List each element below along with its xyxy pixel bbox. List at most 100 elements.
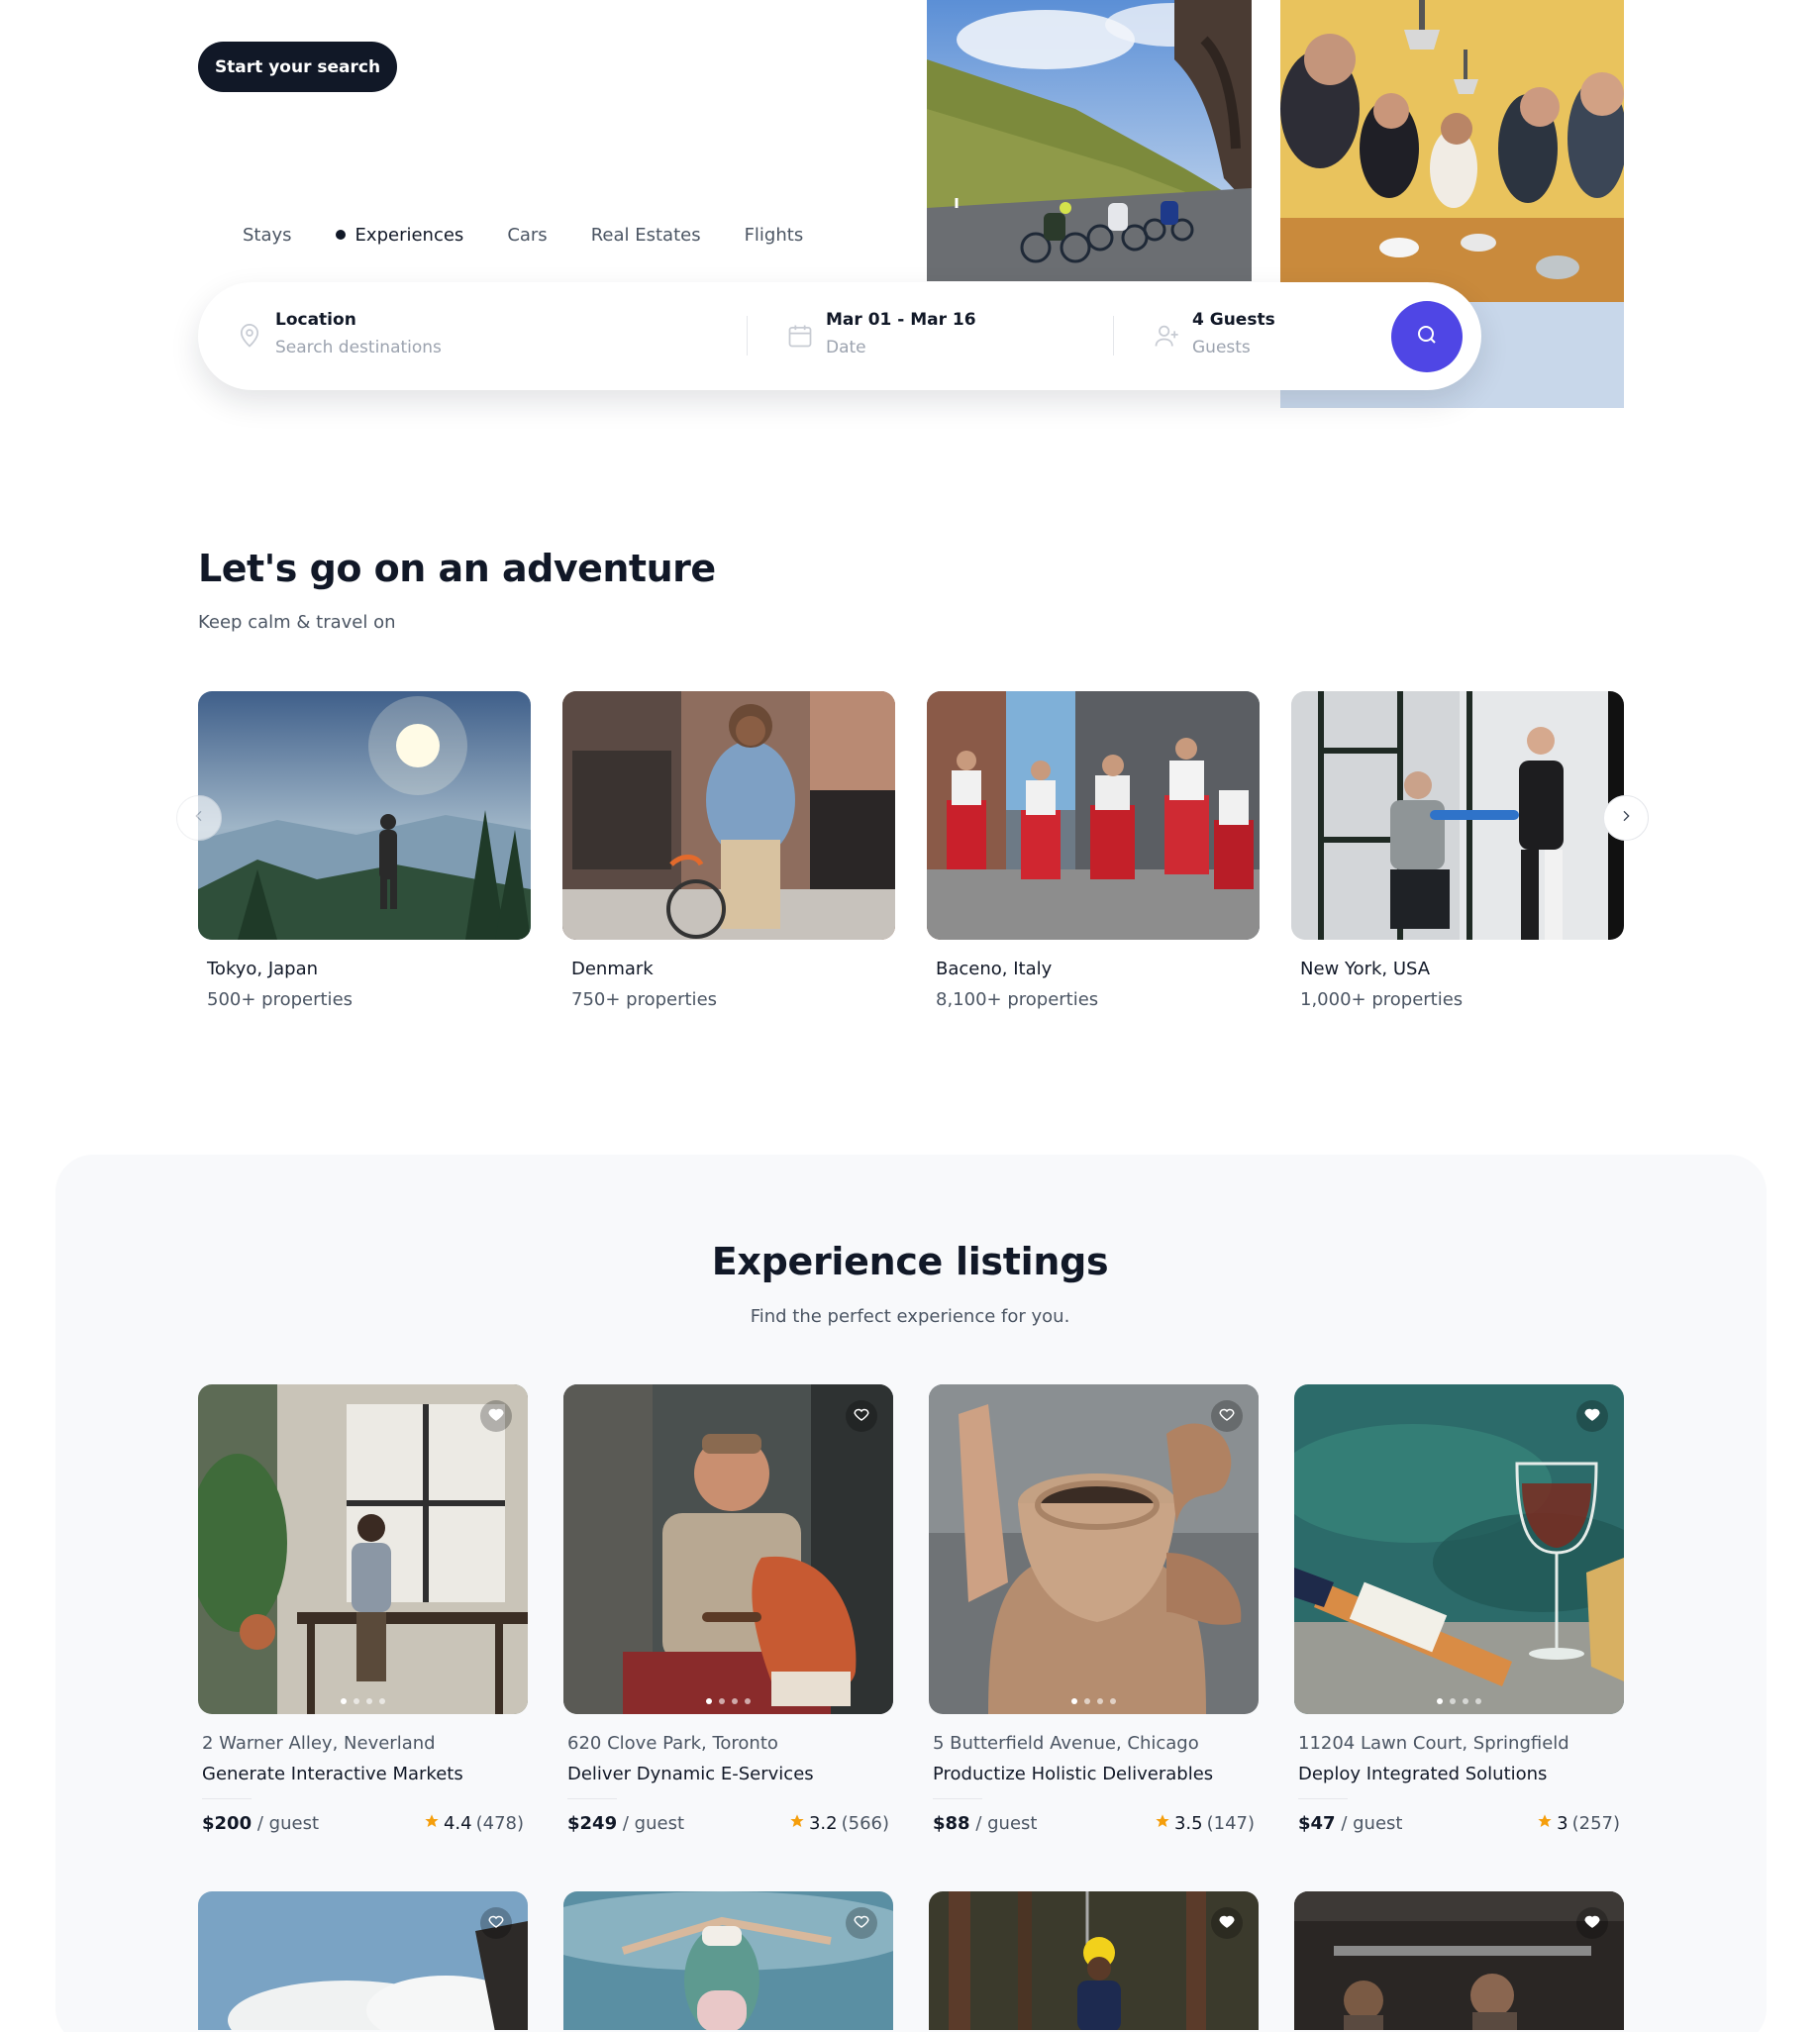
listing-card[interactable] bbox=[929, 1891, 1259, 2030]
pagination-dot[interactable] bbox=[354, 1698, 359, 1704]
pagination-dot[interactable] bbox=[745, 1698, 751, 1704]
destination-card[interactable]: Baceno, Italy 8,100+ properties bbox=[927, 691, 1260, 1010]
price-unit: guest bbox=[1353, 1813, 1403, 1834]
listing-title[interactable]: Productize Holistic Deliverables bbox=[933, 1764, 1213, 1784]
destination-card[interactable]: New York, USA 1,000+ properties bbox=[1291, 691, 1624, 1010]
listing-card[interactable]: 620 Clove Park, Toronto Deliver Dynamic … bbox=[563, 1384, 893, 1834]
listing-card[interactable] bbox=[563, 1891, 893, 2030]
calendar-icon bbox=[786, 322, 814, 350]
tab-real-estates[interactable]: Real Estates bbox=[591, 220, 701, 250]
location-input[interactable]: Search destinations bbox=[275, 338, 442, 357]
listing-card[interactable]: 5 Butterfield Avenue, Chicago Productize… bbox=[929, 1384, 1259, 1834]
pagination-dot[interactable] bbox=[1475, 1698, 1481, 1704]
favorite-button[interactable] bbox=[846, 1907, 877, 1939]
chevron-right-icon bbox=[1618, 808, 1634, 828]
listing-card[interactable] bbox=[1294, 1891, 1624, 2030]
destination-card[interactable]: Denmark 750+ properties bbox=[562, 691, 895, 1010]
pagination-dot[interactable] bbox=[1450, 1698, 1456, 1704]
tab-label: Cars bbox=[507, 224, 548, 246]
listing-image bbox=[198, 1891, 528, 2030]
favorite-button[interactable] bbox=[846, 1400, 877, 1432]
destination-name: Baceno, Italy bbox=[936, 959, 1053, 979]
tab-label: Real Estates bbox=[590, 224, 701, 246]
listing-address: 11204 Lawn Court, Springfield bbox=[1298, 1733, 1569, 1754]
pagination-dot[interactable] bbox=[706, 1698, 712, 1704]
listing-image bbox=[563, 1891, 893, 2030]
listing-rating: 4.4 (478) bbox=[424, 1813, 524, 1834]
date-field[interactable]: Mar 01 - Mar 16 Date bbox=[786, 306, 1083, 365]
favorite-button[interactable] bbox=[480, 1400, 512, 1432]
carousel-next-button[interactable] bbox=[1603, 795, 1649, 841]
review-count: (566) bbox=[841, 1813, 889, 1834]
review-count: (478) bbox=[475, 1813, 524, 1834]
listing-image bbox=[563, 1384, 893, 1714]
listing-card[interactable]: 2 Warner Alley, Neverland Generate Inter… bbox=[198, 1384, 528, 1834]
pagination-dot[interactable] bbox=[732, 1698, 738, 1704]
pagination-dot[interactable] bbox=[1437, 1698, 1443, 1704]
listing-card[interactable]: 11204 Lawn Court, Springfield Deploy Int… bbox=[1294, 1384, 1624, 1834]
destination-image bbox=[927, 691, 1260, 940]
pagination-dot[interactable] bbox=[366, 1698, 372, 1704]
pagination-dot[interactable] bbox=[1084, 1698, 1090, 1704]
price-value: $200 bbox=[202, 1813, 253, 1834]
pagination-dot[interactable] bbox=[1071, 1698, 1077, 1704]
destination-image bbox=[198, 691, 531, 940]
search-submit-button[interactable] bbox=[1391, 301, 1463, 372]
destination-card[interactable]: Tokyo, Japan 500+ properties bbox=[198, 691, 531, 1010]
search-bar: Location Search destinations Mar 01 - Ma… bbox=[198, 282, 1481, 390]
section-title: Experience listings bbox=[711, 1240, 1109, 1283]
active-dot-icon bbox=[335, 230, 346, 240]
listing-title[interactable]: Deploy Integrated Solutions bbox=[1298, 1764, 1547, 1784]
tab-stays[interactable]: Stays bbox=[243, 220, 292, 250]
destination-count: 1,000+ properties bbox=[1300, 989, 1464, 1010]
tab-experiences[interactable]: Experiences bbox=[335, 220, 464, 250]
destination-image bbox=[562, 691, 895, 940]
pagination-dot[interactable] bbox=[379, 1698, 385, 1704]
heart-icon bbox=[487, 1912, 505, 1934]
listing-image bbox=[1294, 1384, 1624, 1714]
pagination-dot[interactable] bbox=[1110, 1698, 1116, 1704]
pagination-dot[interactable] bbox=[719, 1698, 725, 1704]
destination-name: Tokyo, Japan bbox=[207, 959, 319, 979]
listing-title[interactable]: Deliver Dynamic E-Services bbox=[567, 1764, 814, 1784]
image-pagination bbox=[1294, 1698, 1624, 1704]
favorite-button[interactable] bbox=[1576, 1400, 1608, 1432]
heart-icon bbox=[853, 1912, 870, 1934]
listing-card[interactable] bbox=[198, 1891, 528, 2030]
pagination-dot[interactable] bbox=[341, 1698, 347, 1704]
price-value: $88 bbox=[933, 1813, 970, 1834]
guests-value: 4 Guests bbox=[1192, 310, 1275, 330]
pagination-dot[interactable] bbox=[1463, 1698, 1468, 1704]
listing-price: $47 / guest bbox=[1298, 1813, 1402, 1834]
hero-image-cyclists bbox=[927, 0, 1252, 281]
tab-cars[interactable]: Cars bbox=[507, 220, 547, 250]
carousel-prev-button[interactable] bbox=[176, 795, 222, 841]
tab-flights[interactable]: Flights bbox=[745, 220, 804, 250]
pagination-dot[interactable] bbox=[1097, 1698, 1103, 1704]
listing-image bbox=[198, 1384, 528, 1714]
review-count: (147) bbox=[1206, 1813, 1255, 1834]
favorite-button[interactable] bbox=[1211, 1400, 1243, 1432]
tab-label: Experiences bbox=[354, 224, 464, 246]
listing-price: $200 / guest bbox=[202, 1813, 319, 1834]
listing-price: $88 / guest bbox=[933, 1813, 1037, 1834]
heart-icon bbox=[1583, 1912, 1601, 1934]
listing-image bbox=[929, 1891, 1259, 2030]
listing-rating: 3 (257) bbox=[1537, 1813, 1620, 1834]
guests-field[interactable]: 4 Guests Guests bbox=[1153, 306, 1351, 365]
favorite-button[interactable] bbox=[1211, 1907, 1243, 1939]
listing-title[interactable]: Generate Interactive Markets bbox=[202, 1764, 463, 1784]
start-search-button[interactable]: Start your search bbox=[198, 42, 397, 92]
location-field[interactable]: Location Search destinations bbox=[236, 306, 632, 365]
rating-value: 3 bbox=[1557, 1813, 1568, 1834]
destination-count: 8,100+ properties bbox=[936, 989, 1099, 1010]
divider bbox=[1113, 316, 1114, 356]
favorite-button[interactable] bbox=[1576, 1907, 1608, 1939]
location-label: Location bbox=[275, 310, 356, 330]
rating-value: 3.2 bbox=[808, 1813, 838, 1834]
listing-address: 5 Butterfield Avenue, Chicago bbox=[933, 1733, 1199, 1754]
listing-address: 620 Clove Park, Toronto bbox=[567, 1733, 778, 1754]
price-unit: guest bbox=[987, 1813, 1038, 1834]
chevron-left-icon bbox=[191, 808, 207, 828]
favorite-button[interactable] bbox=[480, 1907, 512, 1939]
